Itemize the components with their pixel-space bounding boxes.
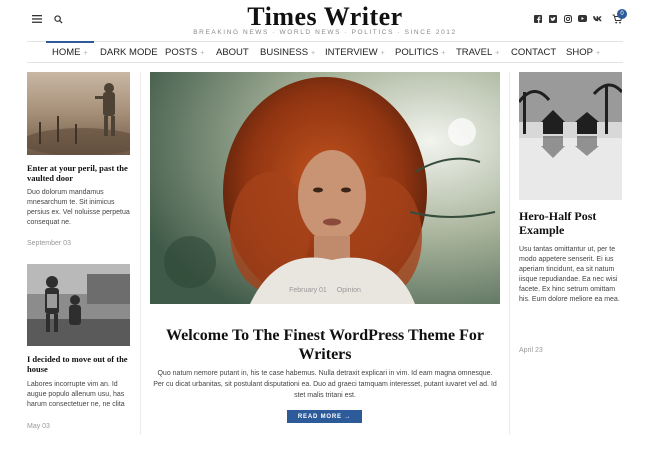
post-date: April 23 xyxy=(519,347,543,354)
nav-label: INTERVIEW xyxy=(325,47,378,58)
facebook-icon[interactable] xyxy=(533,14,542,23)
cart-count-badge: 0 xyxy=(617,9,627,19)
post-title[interactable]: Enter at your peril, past the vaulted do… xyxy=(27,163,135,183)
post-meta: February 01 Opinion xyxy=(150,287,500,294)
post-thumbnail-landscape[interactable] xyxy=(519,72,622,200)
post-excerpt: Labores incorrupte vim an. Id augue popu… xyxy=(27,381,125,408)
expand-plus-icon: + xyxy=(380,50,385,57)
featured-title[interactable]: Welcome To The Finest WordPress Theme Fo… xyxy=(150,326,500,364)
expand-plus-icon: + xyxy=(200,50,205,57)
post-date: May 03 xyxy=(27,423,50,430)
social-links xyxy=(533,14,602,26)
post-excerpt: Usu tantas omittantur ut, per te modo ap… xyxy=(519,246,620,303)
column-divider xyxy=(140,72,141,435)
nav-label: CONTACT xyxy=(511,47,557,58)
nav-item-contact[interactable]: CONTACT xyxy=(511,42,556,63)
post-category[interactable]: Opinion xyxy=(337,287,361,294)
nav-label: BUSINESS xyxy=(260,47,309,58)
nav-item-home[interactable]: HOME + xyxy=(46,41,94,63)
main-navigation: HOME + DARK MODE POSTS + ABOUT BUSINESS + I… xyxy=(27,41,623,63)
nav-item-about[interactable]: ABOUT xyxy=(216,42,249,63)
nav-label: SHOP xyxy=(566,47,593,58)
nav-item-travel[interactable]: TRAVEL + xyxy=(456,42,499,63)
twitter-icon[interactable] xyxy=(548,14,557,23)
post-thumbnail-children[interactable] xyxy=(27,264,130,346)
site-tagline: BREAKING NEWS · WORLD NEWS · POLITICS · … xyxy=(193,29,457,36)
nav-label: TRAVEL xyxy=(456,47,493,58)
nav-item-posts[interactable]: POSTS + xyxy=(165,42,204,63)
expand-plus-icon: + xyxy=(311,50,316,57)
post-title[interactable]: Hero-Half Post Example xyxy=(519,209,629,237)
read-more-button[interactable]: READ MORE → xyxy=(287,410,362,423)
vk-icon[interactable] xyxy=(593,14,602,23)
nav-label: POLITICS xyxy=(395,47,439,58)
nav-item-shop[interactable]: SHOP + xyxy=(566,42,600,63)
nav-label: DARK MODE xyxy=(100,47,158,58)
featured-image[interactable] xyxy=(150,72,500,304)
expand-plus-icon: + xyxy=(495,50,500,57)
expand-plus-icon: + xyxy=(441,50,446,57)
nav-label: ABOUT xyxy=(216,47,249,58)
post-date: February 01 xyxy=(289,287,327,294)
nav-label: POSTS xyxy=(165,47,198,58)
nav-item-dark-mode[interactable]: DARK MODE xyxy=(100,42,158,63)
nav-item-politics[interactable]: POLITICS + xyxy=(395,42,445,63)
nav-item-business[interactable]: BUSINESS + xyxy=(260,42,315,63)
expand-plus-icon: + xyxy=(595,50,601,57)
post-title[interactable]: I decided to move out of the house xyxy=(27,354,135,374)
youtube-icon[interactable] xyxy=(578,14,587,23)
featured-excerpt: Quo natum nemore putant in, his te case … xyxy=(153,370,497,399)
column-divider xyxy=(509,72,510,435)
nav-item-interview[interactable]: INTERVIEW + xyxy=(325,42,385,63)
post-date: September 03 xyxy=(27,240,71,247)
post-excerpt: Duo dolorum mandamus mnesarchum te. Sit … xyxy=(27,189,130,226)
instagram-icon[interactable] xyxy=(563,14,572,23)
post-thumbnail-soldier[interactable] xyxy=(27,72,130,155)
nav-label: HOME xyxy=(52,47,81,58)
expand-plus-icon: + xyxy=(83,50,88,57)
top-header: Times Writer BREAKING NEWS · WORLD NEWS … xyxy=(0,0,650,42)
